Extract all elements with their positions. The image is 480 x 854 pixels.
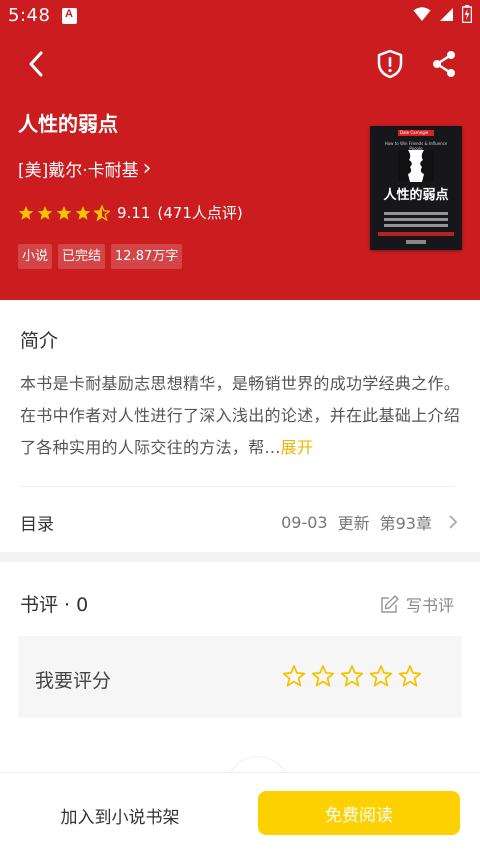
divider <box>20 486 454 487</box>
star-filled-icon <box>56 205 72 220</box>
rating-row: 9.11 (471人点评) <box>18 202 243 223</box>
star-outline-icon[interactable] <box>340 664 364 688</box>
catalog-update: 更新 <box>337 514 370 533</box>
add-to-shelf-button[interactable]: 加入到小说书架 <box>20 793 220 837</box>
catalog-info: 09-03 更新 第93章 <box>281 510 458 534</box>
star-outline-icon[interactable] <box>398 664 422 688</box>
intro-text[interactable]: 本书是卡耐基励志思想精华，是畅销世界的成功学经典之作。在书中作者对人性进行了深入… <box>20 368 464 464</box>
bottom-action-bar: 加入到小说书架 免费阅读 <box>0 772 480 854</box>
star-half-icon <box>94 204 110 221</box>
shield-alert-icon <box>377 49 403 79</box>
tag-status: 已完结 <box>58 244 106 269</box>
star-filled-icon <box>37 205 53 220</box>
catalog-date: 09-03 <box>281 512 328 532</box>
report-button[interactable] <box>370 44 410 84</box>
status-time: 5:48 <box>8 5 51 26</box>
section-gap <box>0 552 480 562</box>
chevron-right-icon: › <box>142 156 152 181</box>
write-review-button[interactable]: 写书评 <box>380 592 454 616</box>
author-link[interactable]: [美]戴尔·卡耐基 › <box>18 156 152 182</box>
book-tags: 小说 已完结 12.87万字 <box>18 244 183 269</box>
intro-body: 本书是卡耐基励志思想精华，是畅销世界的成功学经典之作。在书中作者对人性进行了深入… <box>20 374 461 457</box>
rate-label: 我要评分 <box>35 670 112 692</box>
back-button[interactable] <box>16 44 56 84</box>
tag-word-count: 12.87万字 <box>111 244 183 269</box>
rate-box: 我要评分 <box>18 636 462 718</box>
book-title: 人性的弱点 <box>18 112 118 136</box>
rate-stars <box>282 664 422 688</box>
star-outline-icon[interactable] <box>311 664 335 688</box>
faces-illustration-icon <box>398 150 434 182</box>
free-read-button[interactable]: 免费阅读 <box>258 791 460 835</box>
star-outline-icon[interactable] <box>282 664 306 688</box>
wifi-icon <box>413 7 431 21</box>
star-filled-icon <box>18 205 34 220</box>
edit-icon <box>381 595 399 613</box>
status-bar: 5:48 <box>0 0 480 32</box>
tag-genre: 小说 <box>18 244 53 269</box>
intro-heading: 简介 <box>20 330 59 352</box>
catalog-label: 目录 <box>20 515 54 535</box>
share-button[interactable] <box>424 44 464 84</box>
expand-link[interactable]: 展开 <box>281 438 314 457</box>
signal-icon <box>440 8 453 21</box>
reviews-heading: 书评 · 0 <box>20 594 89 616</box>
rating-score: 9.11 <box>117 203 151 222</box>
write-review-label: 写书评 <box>405 596 454 615</box>
star-filled-icon <box>75 205 91 220</box>
cover-band-text: Dale Carnegie <box>400 130 429 135</box>
share-icon <box>433 51 455 77</box>
cover-title: 人性的弱点 <box>383 188 449 203</box>
catalog-row[interactable]: 目录 09-03 更新 第93章 <box>0 492 480 548</box>
book-cover: Dale Carnegie How to Win Friends & Influ… <box>370 126 462 250</box>
battery-icon <box>462 5 472 23</box>
rating-stars <box>18 204 110 221</box>
star-outline-icon[interactable] <box>369 664 393 688</box>
top-nav <box>0 40 480 86</box>
chevron-left-icon <box>29 51 43 77</box>
catalog-chapter: 第93章 <box>379 514 432 533</box>
rating-count: (471人点评) <box>157 204 243 222</box>
a-notification-icon <box>62 8 77 24</box>
chevron-right-icon <box>449 515 458 529</box>
author-name: [美]戴尔·卡耐基 <box>18 161 139 181</box>
